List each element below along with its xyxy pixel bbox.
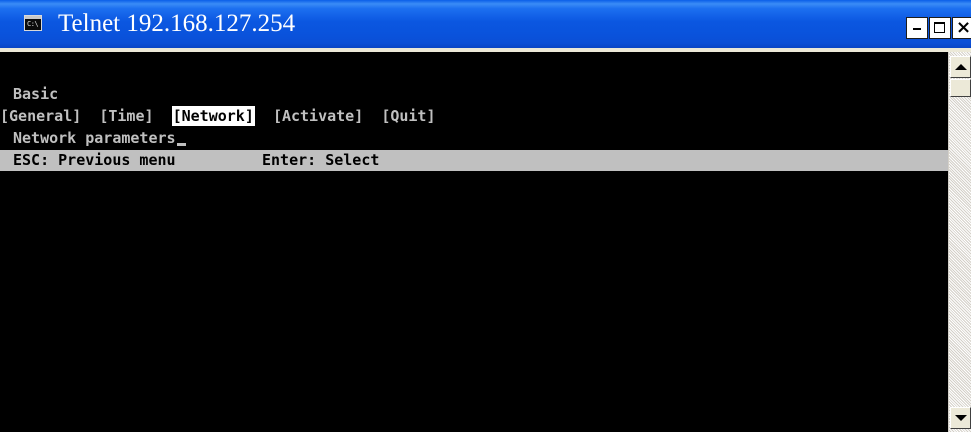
status-bar: ESC: Previous menu Enter: Select	[0, 150, 948, 171]
menu-item-quit[interactable]: [Quit]	[381, 106, 435, 126]
menu-item-activate[interactable]: [Activate]	[273, 106, 363, 126]
arrow-up-icon	[955, 64, 967, 70]
console-icon[interactable]: C:\	[24, 15, 42, 31]
maximize-button[interactable]	[929, 17, 951, 39]
menu-item-time[interactable]: [Time]	[99, 106, 153, 126]
status-esc-hint: ESC: Previous menu	[13, 151, 176, 169]
arrow-down-icon	[955, 415, 967, 421]
close-button[interactable]: ×	[952, 17, 971, 39]
telnet-window: C:\ Telnet 192.168.127.254 × Basic [Gene…	[0, 0, 971, 432]
minimize-button[interactable]	[906, 17, 928, 39]
status-enter-hint: Enter: Select	[262, 151, 380, 169]
main-menu: [General] [Time] [Network] [Activate] [Q…	[0, 106, 436, 126]
item-description-text: Network parameters	[13, 129, 176, 147]
close-icon: ×	[956, 17, 971, 38]
title-bar[interactable]: C:\ Telnet 192.168.127.254 ×	[0, 0, 971, 48]
vertical-scrollbar[interactable]	[948, 52, 971, 432]
text-cursor	[176, 143, 186, 146]
menu-item-general[interactable]: [General]	[0, 106, 81, 126]
window-title: Telnet 192.168.127.254	[58, 10, 296, 37]
scroll-thumb[interactable]	[950, 79, 971, 97]
console-area[interactable]: Basic [General] [Time] [Network] [Activa…	[0, 52, 948, 432]
menu-heading: Basic	[13, 85, 59, 103]
console-icon-glyph: C:\	[27, 20, 39, 28]
menu-item-network[interactable]: [Network]	[171, 106, 255, 126]
item-description: Network parameters	[13, 128, 186, 148]
scroll-up-button[interactable]	[950, 56, 971, 78]
scroll-down-button[interactable]	[950, 407, 971, 429]
